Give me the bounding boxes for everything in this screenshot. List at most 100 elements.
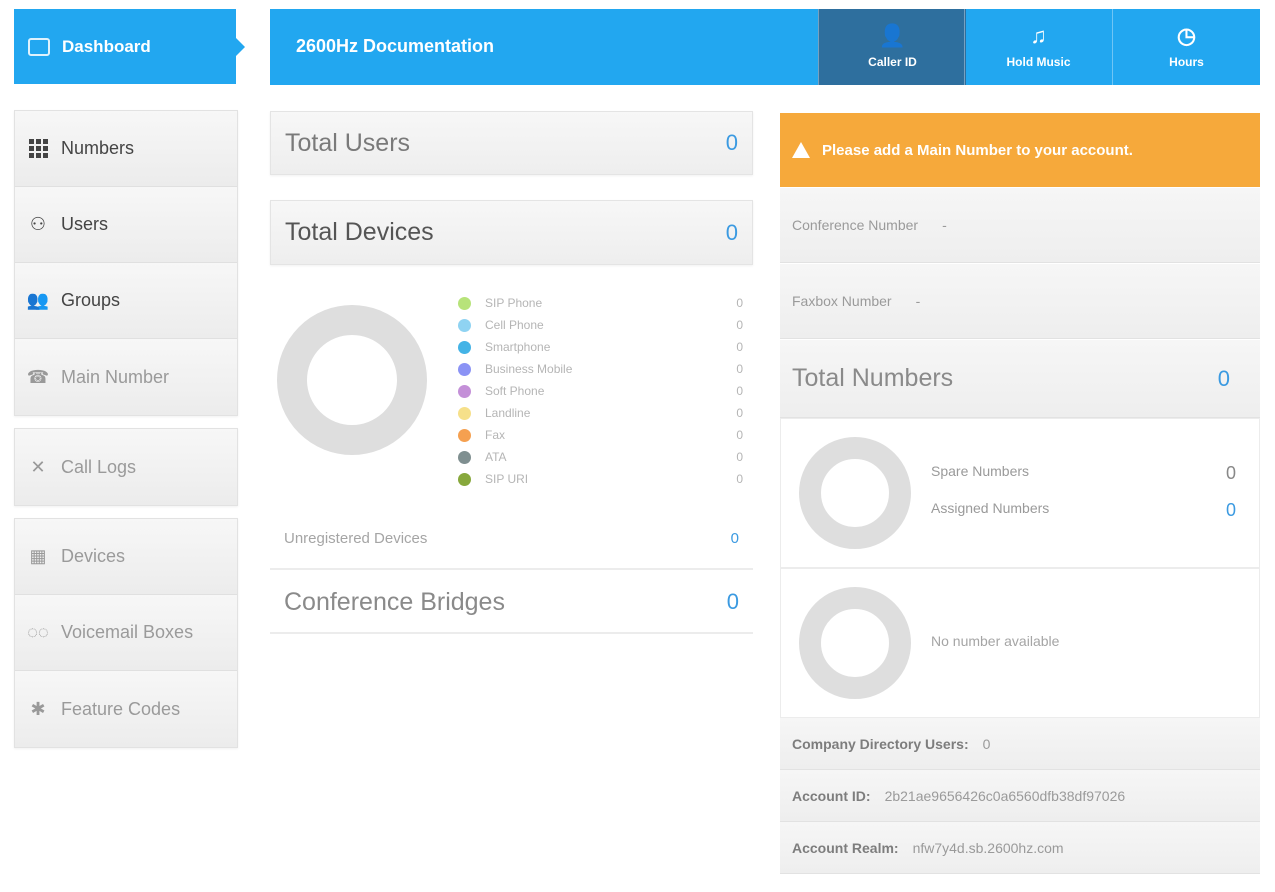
legend-label: Fax <box>485 428 506 442</box>
legend-item[interactable]: SIP URI 0 <box>458 468 743 490</box>
grid-icon <box>27 138 49 160</box>
company-directory-row: Company Directory Users: 0 <box>780 718 1260 770</box>
call-logs-icon: ✕ <box>30 456 46 477</box>
spare-numbers-label: Spare Numbers <box>931 463 1030 479</box>
faxbox-number-row[interactable]: Faxbox Number - <box>780 264 1260 339</box>
active-pointer <box>235 37 245 57</box>
account-title: 2600Hz Documentation <box>296 36 495 56</box>
dashboard-page: Dashboard Numbers ⚇ Users 👥 Groups ☎ Mai… <box>0 0 1275 892</box>
legend-swatch <box>458 428 471 442</box>
dashboard-icon <box>28 37 50 56</box>
conference-bridges-row[interactable]: Conference Bridges 0 <box>270 572 753 634</box>
total-devices-value: 0 <box>725 219 738 245</box>
caller-id-button[interactable]: 👤 Caller ID <box>818 9 966 85</box>
legend-swatch <box>458 406 471 420</box>
legend-swatch <box>458 296 471 310</box>
legend-value: 0 <box>736 318 743 332</box>
conference-number-label: Conference Number <box>792 217 919 233</box>
legend-item[interactable]: Cell Phone 0 <box>458 314 743 336</box>
legend-item[interactable]: Smartphone 0 <box>458 336 743 358</box>
conference-number-row[interactable]: Conference Number - <box>780 188 1260 263</box>
legend-swatch <box>458 318 471 332</box>
hours-button[interactable]: ◷ Hours <box>1112 9 1260 85</box>
sidebar-item-devices[interactable]: ▦ Devices <box>15 519 237 595</box>
unregistered-devices-value: 0 <box>730 529 739 547</box>
no-number-donut-chart <box>799 587 911 699</box>
hours-label: Hours <box>1169 55 1204 69</box>
legend-label: SIP URI <box>485 472 529 486</box>
sidebar-item-numbers[interactable]: Numbers <box>15 111 237 187</box>
legend-item[interactable]: SIP Phone 0 <box>458 292 743 314</box>
devices-donut-chart <box>277 305 427 455</box>
account-realm-label: Account Realm: <box>792 839 899 856</box>
legend-swatch <box>458 384 471 398</box>
faxbox-number-value: - <box>915 293 921 309</box>
account-realm-value: nfw7y4d.sb.2600hz.com <box>912 839 1064 856</box>
sidebar-nav-devices: ▦ Devices ◌◌ Voicemail Boxes ✱ Feature C… <box>14 518 238 748</box>
legend-value: 0 <box>736 428 743 442</box>
sidebar-item-label: Devices <box>61 546 126 566</box>
total-users-label: Total Users <box>285 128 411 157</box>
spare-numbers-value: 0 <box>1225 463 1236 483</box>
top-bar: 2600Hz Documentation 👤 Caller ID ♫ Hold … <box>270 9 1260 85</box>
users-icon: ⚇ <box>29 214 47 234</box>
assigned-numbers-value: 0 <box>1225 500 1236 520</box>
sidebar-item-label: Main Number <box>61 366 170 387</box>
sidebar-item-label: Feature Codes <box>61 698 181 719</box>
total-devices-card[interactable]: Total Devices 0 <box>270 200 753 265</box>
sidebar-nav-main: Numbers ⚇ Users 👥 Groups ☎ Main Number <box>14 110 238 416</box>
sidebar-nav-logs: ✕ Call Logs <box>14 428 238 506</box>
legend-value: 0 <box>736 384 743 398</box>
total-numbers-card[interactable]: Total Numbers 0 <box>780 340 1260 418</box>
dashboard-label: Dashboard <box>62 36 151 56</box>
devices-icon: ▦ <box>29 546 47 566</box>
legend-item[interactable]: Soft Phone 0 <box>458 380 743 402</box>
spare-numbers-row[interactable]: Spare Numbers 0 <box>931 463 1236 484</box>
dashboard-button[interactable]: Dashboard <box>14 9 245 84</box>
main-number-alert[interactable]: Please add a Main Number to your account… <box>780 113 1260 187</box>
account-id-row: Account ID: 2b21ae9656426c0a6560dfb38df9… <box>780 770 1260 822</box>
legend-swatch <box>458 472 471 486</box>
caller-id-label: Caller ID <box>868 55 917 69</box>
hold-music-label: Hold Music <box>1006 55 1071 69</box>
sidebar-item-voicemail-boxes[interactable]: ◌◌ Voicemail Boxes <box>15 595 237 671</box>
unregistered-devices-row[interactable]: Unregistered Devices 0 <box>270 508 753 570</box>
sidebar-item-call-logs[interactable]: ✕ Call Logs <box>15 429 237 505</box>
account-realm-row: Account Realm: nfw7y4d.sb.2600hz.com <box>780 822 1260 874</box>
sidebar-item-label: Users <box>61 214 109 234</box>
hold-music-button[interactable]: ♫ Hold Music <box>964 9 1112 85</box>
legend-label: Landline <box>485 406 531 420</box>
legend-item[interactable]: Landline 0 <box>458 402 743 424</box>
no-number-card: No number available <box>780 568 1260 718</box>
assigned-numbers-row[interactable]: Assigned Numbers 0 <box>931 500 1236 521</box>
total-users-card[interactable]: Total Users 0 <box>270 111 753 175</box>
legend-value: 0 <box>736 406 743 420</box>
legend-item[interactable]: ATA 0 <box>458 446 743 468</box>
conference-number-value: - <box>942 217 947 233</box>
legend-item[interactable]: Business Mobile 0 <box>458 358 743 380</box>
legend-swatch <box>458 450 471 464</box>
legend-value: 0 <box>736 362 743 376</box>
legend-label: Cell Phone <box>485 318 544 332</box>
devices-legend: SIP Phone 0 Cell Phone 0 Smartphone 0 Business… <box>458 292 743 490</box>
sidebar-item-label: Groups <box>61 290 121 310</box>
legend-label: Business Mobile <box>485 362 573 376</box>
legend-item[interactable]: Fax 0 <box>458 424 743 446</box>
legend-label: SIP Phone <box>485 296 543 310</box>
total-numbers-value: 0 <box>1217 365 1230 391</box>
sidebar-item-main-number[interactable]: ☎ Main Number <box>15 339 237 415</box>
warning-icon <box>792 142 810 158</box>
numbers-donut-chart <box>799 437 911 549</box>
voicemail-icon: ◌◌ <box>27 622 49 642</box>
numbers-chart-card: Spare Numbers 0 Assigned Numbers 0 <box>780 418 1260 568</box>
legend-swatch <box>458 362 471 376</box>
sidebar-item-label: Call Logs <box>61 456 137 477</box>
sidebar-item-feature-codes[interactable]: ✱ Feature Codes <box>15 671 237 747</box>
alert-text: Please add a Main Number to your account… <box>822 141 1133 159</box>
faxbox-number-label: Faxbox Number <box>792 293 892 309</box>
music-icon: ♫ <box>1030 23 1047 48</box>
sidebar-item-groups[interactable]: 👥 Groups <box>15 263 237 339</box>
legend-value: 0 <box>736 340 743 354</box>
main-number-icon: ☎ <box>26 366 50 387</box>
sidebar-item-users[interactable]: ⚇ Users <box>15 187 237 263</box>
